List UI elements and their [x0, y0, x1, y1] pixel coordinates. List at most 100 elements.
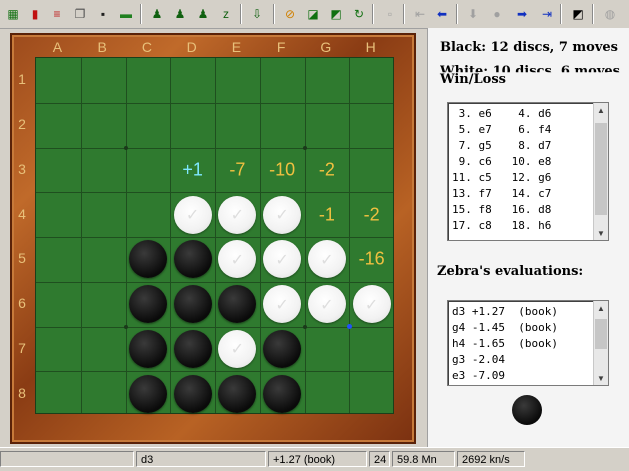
row-label-6: 6: [18, 295, 26, 312]
column-label-b: B: [97, 39, 107, 55]
move-list-item[interactable]: 17. c8 18. h6: [452, 219, 551, 232]
evaluation-list-item[interactable]: g4 -1.45 (book): [452, 321, 558, 334]
last-button[interactable]: ⇥: [537, 4, 557, 24]
globe-button[interactable]: ◍: [600, 4, 620, 24]
board-star-point: [123, 324, 128, 329]
evaluation-list-item[interactable]: d3 +1.27 (book): [452, 305, 558, 318]
setup-button[interactable]: ♟: [170, 4, 190, 24]
move-evaluation-e3[interactable]: -7: [229, 159, 245, 180]
black-disc-d7: [173, 329, 212, 368]
zzz-icon: z: [223, 7, 229, 21]
grid-line: [36, 371, 393, 373]
blank-button[interactable]: ▫: [380, 4, 400, 24]
column-label-g: G: [320, 39, 332, 55]
white-disc-g6: [307, 285, 346, 324]
column-label-a: A: [52, 39, 63, 55]
move-list-item[interactable]: 5. e7 6. f4: [452, 123, 552, 136]
floppy-icon: ▪: [100, 7, 106, 21]
board-star-point: [302, 324, 307, 329]
column-label-e: E: [231, 39, 242, 55]
scroll-down-icon[interactable]: ▼: [594, 226, 608, 240]
folder-icon: ▬: [120, 7, 132, 21]
new-game-button[interactable]: ▦: [3, 4, 23, 24]
first-button[interactable]: ⇤: [410, 4, 430, 24]
scroll-down-icon[interactable]: ▼: [594, 371, 608, 385]
scroll-up-icon[interactable]: ▲: [594, 301, 608, 315]
row-label-1: 1: [18, 71, 26, 88]
red-book-icon: ▮: [31, 7, 39, 21]
download-button[interactable]: ⇩: [247, 4, 267, 24]
last-move-marker: [346, 324, 352, 329]
sleep-button[interactable]: z: [216, 4, 236, 24]
move-evaluation-g3[interactable]: -2: [319, 159, 335, 180]
move-list-item[interactable]: 7. g5 8. d7: [452, 139, 552, 152]
move-evaluation-d3[interactable]: +1: [182, 159, 203, 180]
bulb-button[interactable]: ●: [487, 4, 507, 24]
grid-line: [304, 58, 306, 413]
refresh-button[interactable]: ↻: [349, 4, 369, 24]
move-evaluation-f3[interactable]: -10: [269, 159, 295, 180]
forward-button[interactable]: ➡: [512, 4, 532, 24]
move-list-item[interactable]: 15. f8 16. d8: [452, 203, 551, 216]
win-loss-label: Win/Loss: [440, 72, 506, 87]
shrink-icon: ◩: [330, 7, 342, 21]
grid-line: [170, 58, 172, 413]
row-label-5: 5: [18, 250, 26, 267]
column-label-h: H: [365, 39, 376, 55]
move-list-scrollbar[interactable]: ▲ ▼: [593, 103, 608, 240]
move-list-item[interactable]: 3. e6 4. d6: [452, 107, 552, 120]
scroll-up-icon[interactable]: ▲: [594, 103, 608, 117]
folder-button[interactable]: ▬: [116, 4, 136, 24]
scroll-thumb[interactable]: [595, 123, 607, 215]
evaluations-title: Zebra's evaluations:: [437, 264, 584, 279]
white-disc-d4: [173, 195, 212, 234]
othello-board[interactable]: +1 -7 -10 -2 -1 -2 -16: [35, 57, 394, 414]
copy-button[interactable]: ❐: [70, 4, 90, 24]
stop-button[interactable]: ⊘: [280, 4, 300, 24]
column-label-d: D: [186, 39, 197, 55]
black-disc-f8: [263, 374, 302, 413]
grid-icon: ▦: [7, 7, 19, 21]
scroll-thumb[interactable]: [595, 319, 607, 349]
move-evaluation-h4[interactable]: -2: [364, 204, 380, 225]
evaluation-list-item[interactable]: g3 -2.04: [452, 353, 505, 366]
evaluation-list-item[interactable]: e3 -7.09: [452, 369, 505, 382]
evaluation-list-item[interactable]: h4 -1.65 (book): [452, 337, 558, 350]
black-disc-e8: [218, 374, 257, 413]
open-button[interactable]: ▮: [25, 4, 45, 24]
black-disc-c8: [128, 374, 167, 413]
toolbar-separator: [140, 4, 142, 24]
books-button[interactable]: ≡: [47, 4, 67, 24]
invert-icon: ◩: [572, 7, 584, 21]
toolbar-separator: [592, 4, 594, 24]
save-button[interactable]: ▪: [93, 4, 113, 24]
evaluation-list[interactable]: ▲ ▼ d3 +1.27 (book) g4 -1.45 (book) h4 -1.…: [447, 300, 609, 386]
grid-line: [215, 58, 216, 413]
move-list[interactable]: ▲ ▼ 3. e6 4. d6 5. e7 6. f4 7. g5 8. d7 …: [447, 102, 609, 241]
hint-button[interactable]: ♟: [147, 4, 167, 24]
black-disc-d6: [173, 285, 212, 324]
move-evaluation-g4[interactable]: -1: [319, 204, 335, 225]
back-arrow-icon: ⬅: [436, 7, 448, 21]
toolbar-separator: [240, 4, 242, 24]
toolbar-separator: [372, 4, 374, 24]
toolbar: ▦ ▮ ≡ ❐ ▪ ▬ ♟ ♟ ♟ z ⇩ ⊘ ◪ ◩ ↻ ▫ ⇤ ⬅ ⬇ ● ➡ ⇥ ◩ ◍: [0, 0, 629, 29]
no-sign-icon: ⊘: [284, 7, 296, 21]
evaluation-list-scrollbar[interactable]: ▲ ▼: [593, 301, 608, 385]
move-list-item[interactable]: 13. f7 14. c7: [452, 187, 551, 200]
invert-button[interactable]: ◩: [568, 4, 588, 24]
grid-line: [125, 58, 127, 413]
move-evaluation-h5[interactable]: -16: [359, 249, 385, 270]
analyze-button[interactable]: ♟: [193, 4, 213, 24]
shrink-button[interactable]: ◩: [326, 4, 346, 24]
move-list-item[interactable]: 11. c5 12. g6: [452, 171, 551, 184]
expand-button[interactable]: ◪: [303, 4, 323, 24]
move-list-item[interactable]: 9. c6 10. e8: [452, 155, 552, 168]
board-star-point: [123, 145, 128, 150]
back-button[interactable]: ⬅: [432, 4, 452, 24]
first-icon: ⇤: [414, 7, 426, 21]
status-cell: 24: [369, 451, 390, 467]
grid-line: [259, 58, 261, 413]
column-label-c: C: [141, 39, 152, 55]
down-button[interactable]: ⬇: [463, 4, 483, 24]
